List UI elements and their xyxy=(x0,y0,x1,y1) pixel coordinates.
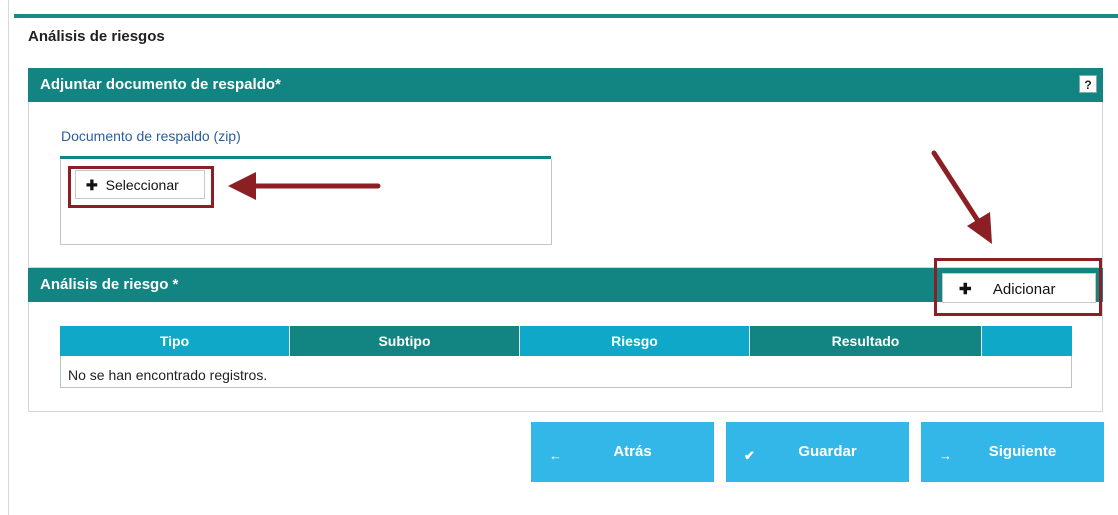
top-accent-line xyxy=(14,14,1118,18)
risk-table-header: Tipo Subtipo Riesgo Resultado xyxy=(60,326,1072,356)
save-button-label: Guardar xyxy=(798,443,857,460)
page-title: Análisis de riesgos xyxy=(28,28,165,45)
save-button[interactable]: ✔ Guardar xyxy=(726,422,909,482)
back-button-label: Atrás xyxy=(613,443,652,460)
attachment-section-title: Adjuntar documento de respaldo* xyxy=(40,76,281,93)
help-button[interactable]: ? xyxy=(1079,75,1097,93)
column-header-resultado[interactable]: Resultado xyxy=(750,326,982,356)
risk-section-title: Análisis de riesgo * xyxy=(40,276,179,293)
back-button[interactable]: ← Atrás xyxy=(531,422,714,482)
window-frame-edge xyxy=(8,0,9,515)
attachment-section-header: Adjuntar documento de respaldo* ? xyxy=(28,68,1103,102)
table-empty-message: No se han encontrado registros. xyxy=(68,367,268,383)
column-header-actions xyxy=(982,326,1072,356)
next-button-label: Siguiente xyxy=(988,443,1057,460)
annotation-highlight-box xyxy=(934,258,1102,316)
column-header-tipo[interactable]: Tipo xyxy=(60,326,290,356)
next-button[interactable]: → Siguiente xyxy=(921,422,1104,482)
document-field-label: Documento de respaldo (zip) xyxy=(61,128,241,144)
column-header-subtipo[interactable]: Subtipo xyxy=(290,326,520,356)
annotation-highlight-box xyxy=(68,166,214,208)
column-header-riesgo[interactable]: Riesgo xyxy=(520,326,750,356)
